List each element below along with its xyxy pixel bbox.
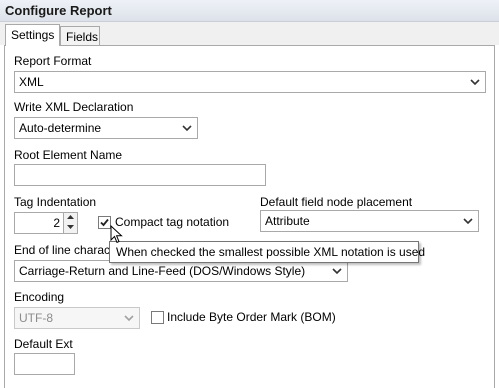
mouse-pointer-icon xyxy=(110,225,123,244)
end-of-line-label: End of line charac xyxy=(14,243,111,257)
encoding-label: Encoding xyxy=(14,290,65,304)
checkmark-icon xyxy=(100,218,109,227)
spin-down-button[interactable] xyxy=(63,223,77,233)
bom-checkbox[interactable] xyxy=(151,311,164,324)
encoding-value: UTF-8 xyxy=(19,311,53,325)
tab-fields[interactable]: Fields xyxy=(60,26,100,46)
chevron-down-icon xyxy=(470,79,480,86)
field-node-value: Attribute xyxy=(265,214,310,228)
tag-indentation-value: 2 xyxy=(53,216,60,230)
root-element-label: Root Element Name xyxy=(14,148,123,162)
dialog-title-bar: Configure Report xyxy=(0,0,499,22)
chevron-down-icon xyxy=(463,218,473,225)
xml-declaration-label: Write XML Declaration xyxy=(14,100,134,114)
default-ext-input[interactable] xyxy=(14,353,75,375)
end-of-line-select[interactable]: Carriage-Return and Line-Feed (DOS/Windo… xyxy=(14,260,348,282)
xml-declaration-value: Auto-determine xyxy=(19,121,102,135)
field-node-select[interactable]: Attribute xyxy=(260,210,479,232)
report-format-label: Report Format xyxy=(14,54,92,68)
spin-up-icon xyxy=(67,215,74,219)
compact-tag-tooltip: When checked the smallest possible XML n… xyxy=(109,241,425,263)
root-element-input[interactable] xyxy=(14,164,266,186)
bom-label: Include Byte Order Mark (BOM) xyxy=(167,310,336,324)
chevron-down-icon xyxy=(332,268,342,275)
dialog-title: Configure Report xyxy=(5,3,112,18)
encoding-select[interactable]: UTF-8 xyxy=(14,307,140,329)
compact-tag-label: Compact tag notation xyxy=(115,215,230,229)
spin-down-icon xyxy=(67,225,74,229)
chevron-down-icon xyxy=(124,315,134,322)
tab-settings[interactable]: Settings xyxy=(5,24,60,46)
default-ext-label: Default Ext xyxy=(14,337,73,351)
report-format-value: XML xyxy=(19,75,44,89)
chevron-down-icon xyxy=(182,125,192,132)
field-node-label: Default field node placement xyxy=(260,195,413,209)
end-of-line-value: Carriage-Return and Line-Feed (DOS/Windo… xyxy=(19,264,306,278)
tag-indentation-label: Tag Indentation xyxy=(14,195,97,209)
report-format-select[interactable]: XML xyxy=(14,71,486,93)
xml-declaration-select[interactable]: Auto-determine xyxy=(14,117,198,139)
tag-indentation-stepper[interactable]: 2 xyxy=(14,212,78,234)
